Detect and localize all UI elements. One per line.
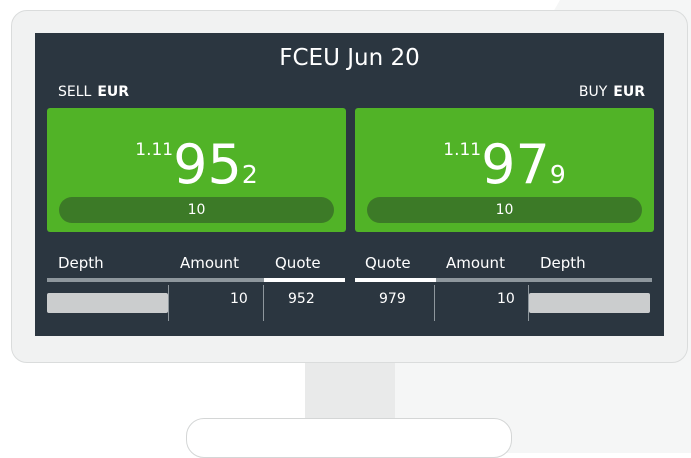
sell-price-pip: 2	[241, 160, 258, 189]
buy-price-button[interactable]: 1.11979 10	[355, 108, 654, 232]
buy-header-underline	[436, 278, 652, 282]
sell-side-text: SELL	[58, 84, 92, 100]
sell-label: SELL EUR	[58, 84, 129, 100]
sell-row-quote[interactable]: 952	[288, 291, 315, 307]
trading-panel: FCEU Jun 20 SELL EUR BUY EUR 1.11952 10 1.…	[35, 33, 664, 336]
buy-price-pip: 9	[549, 160, 566, 189]
buy-row-amount: 10	[497, 291, 515, 307]
buy-amount-separator	[434, 285, 435, 321]
sell-depth-separator	[168, 285, 169, 321]
sell-price: 1.11952	[47, 138, 346, 192]
header-sell-quote: Quote	[275, 254, 321, 272]
sell-amount-field[interactable]: 10	[59, 197, 334, 223]
header-sell-depth: Depth	[58, 254, 104, 272]
sell-price-big: 95	[173, 133, 242, 196]
header-buy-quote: Quote	[365, 254, 411, 272]
header-buy-amount: Amount	[446, 254, 505, 272]
buy-row-quote[interactable]: 979	[379, 291, 406, 307]
monitor-stand	[186, 418, 512, 458]
buy-amount-field[interactable]: 10	[367, 197, 642, 223]
sell-price-button[interactable]: 1.11952 10	[47, 108, 346, 232]
buy-currency: EUR	[613, 84, 645, 100]
buy-price-prefix: 1.11	[443, 140, 482, 160]
buy-side-text: BUY	[578, 84, 608, 100]
sell-quote-underline-active	[264, 278, 345, 282]
sell-depth-bar	[47, 293, 168, 313]
sell-header-underline	[47, 278, 264, 282]
buy-price-big: 97	[481, 133, 550, 196]
sell-currency: EUR	[97, 84, 130, 100]
buy-depth-bar	[529, 293, 650, 313]
sell-price-prefix: 1.11	[135, 140, 174, 160]
monitor-neck	[305, 363, 395, 420]
sell-amount-separator	[263, 285, 264, 321]
header-buy-depth: Depth	[540, 254, 586, 272]
buy-price: 1.11979	[355, 138, 654, 192]
instrument-title: FCEU Jun 20	[279, 45, 420, 71]
buy-label: BUY EUR	[579, 84, 645, 100]
header-sell-amount: Amount	[180, 254, 239, 272]
sell-row-amount: 10	[230, 291, 248, 307]
buy-quote-underline-active	[355, 278, 436, 282]
